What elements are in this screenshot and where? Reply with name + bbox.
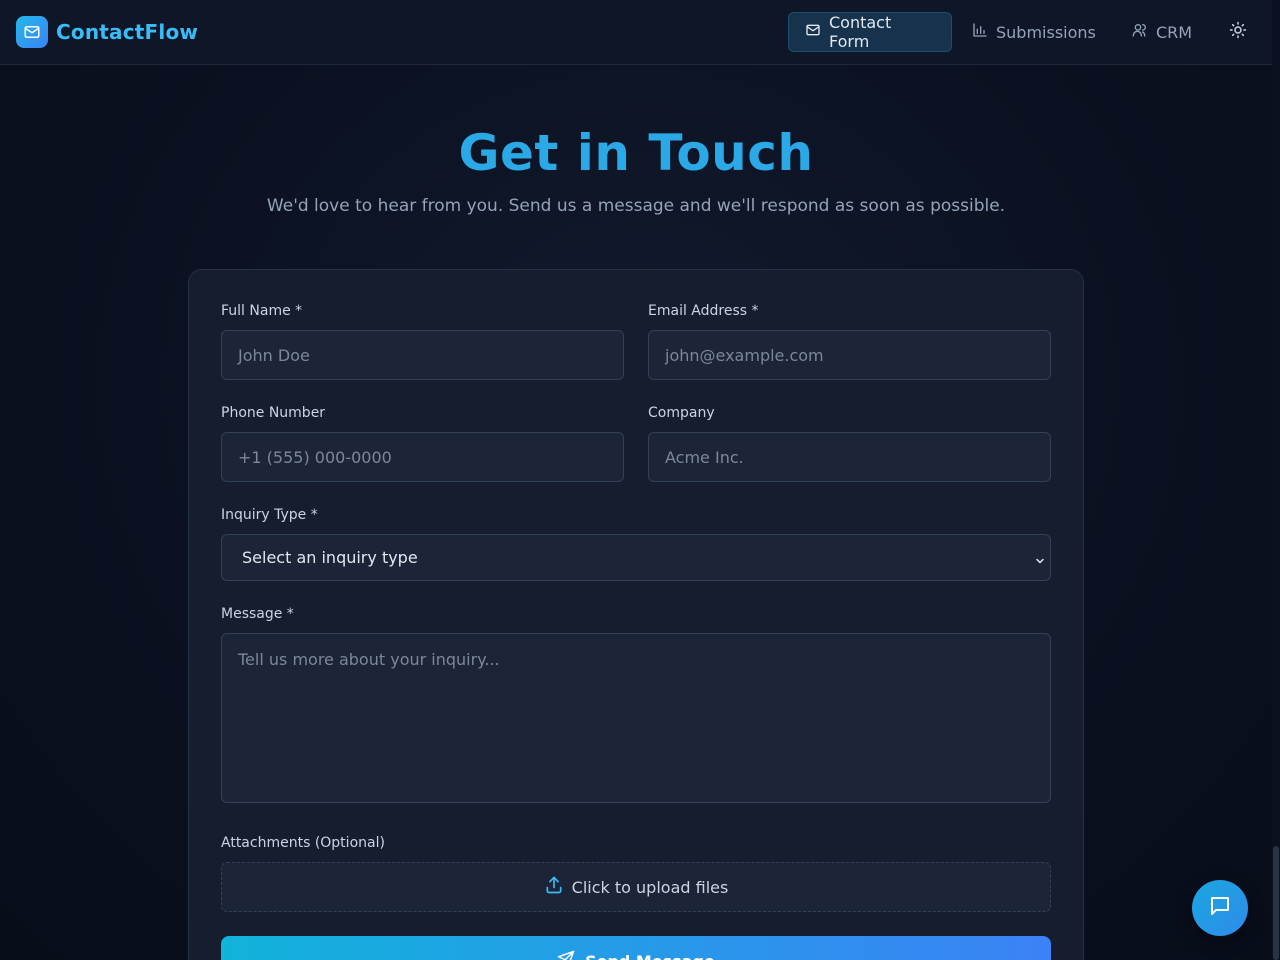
send-label: Send Message [585, 952, 715, 960]
phone-input[interactable]: +1 (555) 000-0000 [221, 432, 624, 482]
upload-files-button[interactable]: Click to upload files [221, 862, 1051, 912]
email-label: Email Address * [648, 303, 759, 319]
page-subtitle: We'd love to hear from you. Send us a me… [266, 196, 1006, 216]
phone-label: Phone Number [221, 405, 326, 421]
upload-label: Click to upload files [571, 877, 729, 897]
inquiry-type-select[interactable]: Select an inquiry type [221, 534, 1051, 581]
page-title: Get in Touch [458, 124, 814, 182]
scrollbar-thumb[interactable] [1273, 846, 1279, 960]
company-label: Company [648, 405, 715, 421]
inquiry-type-label: Inquiry Type * [221, 507, 318, 523]
nav-submissions[interactable]: Submissions [956, 12, 1112, 52]
company-input[interactable]: Acme Inc. [648, 432, 1051, 482]
sun-icon [1229, 21, 1247, 43]
send-message-button[interactable]: Send Message [221, 936, 1051, 960]
upload-icon [544, 875, 564, 899]
scrollbar-track[interactable] [1272, 0, 1280, 960]
mail-icon [16, 16, 48, 48]
brand[interactable]: ContactFlow [16, 16, 198, 48]
chat-button[interactable] [1192, 880, 1248, 936]
top-navbar: ContactFlow Contact Form Submissions CRM [0, 0, 1280, 65]
nav-crm[interactable]: CRM [1116, 12, 1208, 52]
bar-chart-icon [972, 22, 988, 42]
full-name-label: Full Name * [221, 303, 303, 319]
nav-item-label: Contact Form [829, 13, 892, 51]
inquiry-type-value: Select an inquiry type [242, 548, 418, 567]
chevron-down-icon [1034, 552, 1046, 571]
send-icon [557, 950, 575, 960]
nav-item-label: Submissions [996, 22, 1096, 42]
full-name-input[interactable]: John Doe [221, 330, 624, 380]
attachments-label: Attachments (Optional) [221, 835, 385, 851]
nav-item-label: CRM [1156, 22, 1193, 42]
message-textarea[interactable]: Tell us more about your inquiry... [221, 633, 1051, 803]
chat-icon [1208, 894, 1232, 922]
message-label: Message * [221, 606, 294, 622]
mail-icon [805, 22, 821, 42]
email-input[interactable]: john@example.com [648, 330, 1051, 380]
theme-toggle-button[interactable] [1218, 12, 1258, 52]
users-icon [1132, 22, 1148, 42]
nav-contact-form[interactable]: Contact Form [788, 12, 952, 52]
brand-name: ContactFlow [56, 20, 199, 44]
